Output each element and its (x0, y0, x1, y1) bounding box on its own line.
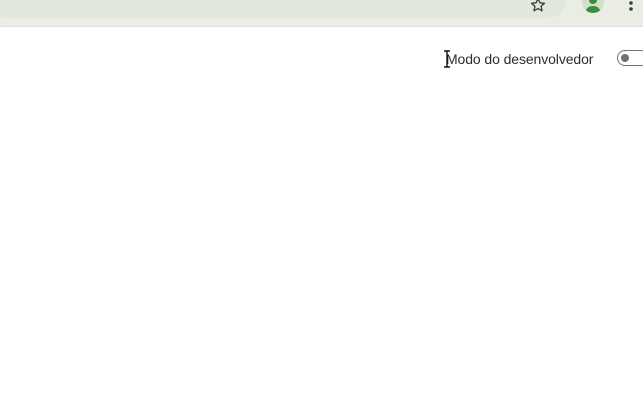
star-icon-glyph (530, 0, 546, 12)
developer-mode-label[interactable]: Modo do desenvolvedor (446, 51, 593, 67)
person-icon (585, 0, 601, 13)
developer-mode-toggle[interactable] (617, 50, 643, 66)
toggle-knob (621, 54, 629, 62)
more-menu-icon[interactable] (628, 0, 634, 12)
developer-mode-control: Modo do desenvolvedor (423, 44, 643, 74)
text-cursor-icon (444, 50, 450, 68)
browser-toolbar (0, 0, 643, 27)
profile-avatar-icon[interactable] (582, 0, 604, 13)
extensions-page: Modo do desenvolvedor (0, 0, 643, 400)
kebab-menu-icon (629, 1, 633, 11)
address-bar[interactable] (0, 0, 565, 18)
star-icon[interactable] (527, 0, 549, 15)
